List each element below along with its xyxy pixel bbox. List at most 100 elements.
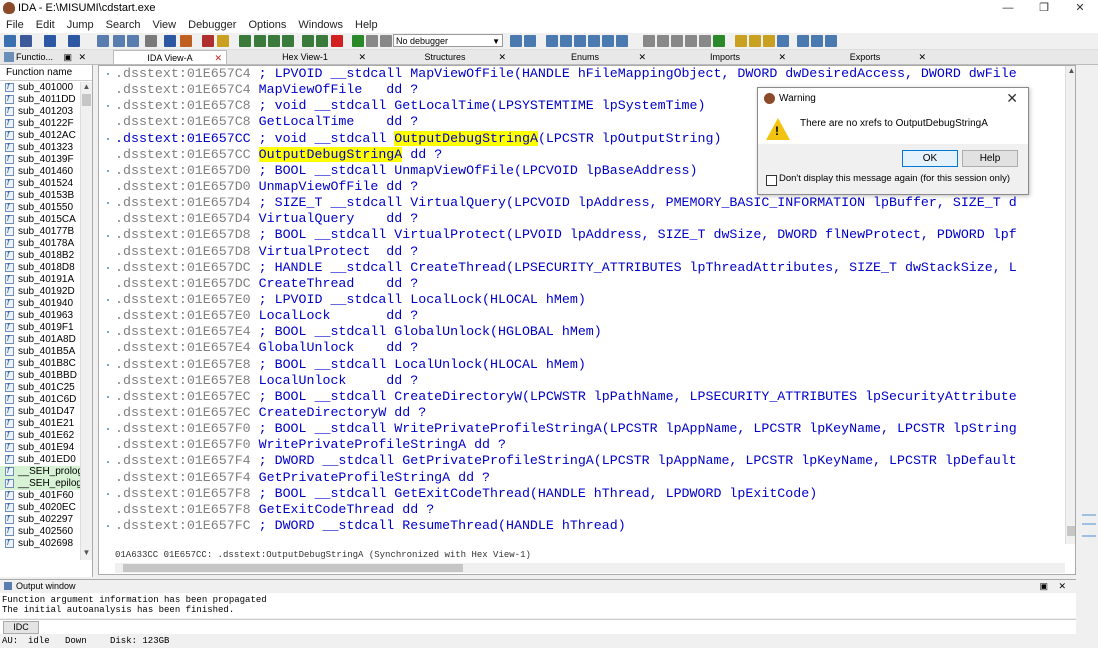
array-icon[interactable]	[302, 35, 314, 47]
enum-view-icon[interactable]	[825, 35, 837, 47]
restore-icon[interactable]: ▣	[1039, 580, 1048, 593]
data-icon[interactable]	[254, 35, 266, 47]
hex-icon[interactable]	[797, 35, 809, 47]
find-icon[interactable]	[127, 35, 139, 47]
code-line[interactable]: .dsstext:01E657DC ; HANDLE __stdcall Cre…	[115, 260, 1065, 276]
code-line[interactable]: .dsstext:01E657C4 ; LPVOID __stdcall Map…	[115, 66, 1065, 82]
menu-file[interactable]: File	[0, 17, 30, 33]
flowchart-icon[interactable]	[657, 35, 669, 47]
function-list-item[interactable]: sub_401E21	[0, 417, 80, 430]
function-list-item[interactable]: sub_401BBD	[0, 369, 80, 382]
menu-options[interactable]: Options	[242, 17, 292, 33]
function-list-item[interactable]: __SEH_epilog	[0, 477, 82, 490]
function-list-item[interactable]: sub_40192D	[0, 285, 80, 298]
code-line[interactable]: .dsstext:01E657FC ; DWORD __stdcall Resu…	[115, 518, 1065, 534]
delete-icon[interactable]	[331, 35, 343, 47]
close-icon[interactable]: ▣	[63, 50, 72, 64]
tab-exports[interactable]: Exports ✕	[800, 50, 930, 64]
scroll-thumb[interactable]	[82, 94, 91, 106]
function-list-item[interactable]: sub_402698	[0, 537, 80, 550]
menu-search[interactable]: Search	[100, 17, 147, 33]
tab-structures[interactable]: Structures ✕	[380, 50, 510, 64]
function-list-item[interactable]: sub_401940	[0, 297, 80, 310]
back-arrow-icon[interactable]	[44, 35, 56, 47]
function-list-item[interactable]: sub_40178A	[0, 237, 80, 250]
scroll-up-icon[interactable]: ▲	[1066, 66, 1075, 75]
function-list-item[interactable]: sub_4018B2	[0, 249, 80, 262]
code-line[interactable]: .dsstext:01E657E8 LocalUnlock dd ?	[115, 373, 1065, 389]
scroll-thumb[interactable]	[123, 564, 463, 572]
graph-icon[interactable]	[217, 35, 229, 47]
close-icon[interactable]: ✕	[358, 50, 366, 64]
undefine-icon[interactable]	[316, 35, 328, 47]
types-icon[interactable]	[602, 35, 614, 47]
function-list-item[interactable]: sub_401B8C	[0, 357, 80, 370]
function-list-item[interactable]: sub_401524	[0, 177, 80, 190]
tab-hex-view-1[interactable]: Hex View-1 ✕	[240, 50, 370, 64]
save-icon[interactable]	[20, 35, 32, 47]
code-line[interactable]: .dsstext:01E657D8 ; BOOL __stdcall Virtu…	[115, 227, 1065, 243]
highlighted-symbol[interactable]: OutputDebugStringA	[258, 146, 403, 162]
function-list-item[interactable]: sub_4011DD	[0, 93, 80, 106]
menu-jump[interactable]: Jump	[61, 17, 100, 33]
function-list-item[interactable]: sub_40191A	[0, 273, 80, 286]
search-icon[interactable]	[145, 35, 157, 47]
func-comment-icon[interactable]	[763, 35, 775, 47]
jump-icon[interactable]	[164, 35, 176, 47]
code-line[interactable]: .dsstext:01E657D4 VirtualQuery dd ?	[115, 211, 1065, 227]
code-line[interactable]: .dsstext:01E657F8 ; BOOL __stdcall GetEx…	[115, 486, 1065, 502]
function-list-item[interactable]: __SEH_prolog	[0, 465, 83, 478]
close-window-button[interactable]: ✕	[1062, 0, 1098, 17]
close-icon[interactable]: ✕	[214, 51, 222, 65]
ok-button[interactable]: OK	[902, 150, 958, 167]
code-line[interactable]: .dsstext:01E657E4 ; BOOL __stdcall Globa…	[115, 324, 1065, 340]
dont-display-label[interactable]: Don't display this message again (for th…	[779, 173, 1010, 184]
anterior-icon[interactable]	[777, 35, 789, 47]
scroll-up-icon[interactable]: ▲	[81, 82, 92, 91]
idc-button[interactable]: IDC	[3, 621, 39, 634]
graph-view-icon[interactable]	[643, 35, 655, 47]
debug-options-icon[interactable]	[510, 35, 522, 47]
struct-icon[interactable]	[268, 35, 280, 47]
function-list-item[interactable]: sub_402297	[0, 513, 80, 526]
menu-edit[interactable]: Edit	[30, 17, 61, 33]
code-line[interactable]: .dsstext:01E657E0 ; LPVOID __stdcall Loc…	[115, 292, 1065, 308]
signatures-icon[interactable]	[588, 35, 600, 47]
close-icon[interactable]: ✕	[638, 50, 646, 64]
code-line[interactable]: .dsstext:01E657E8 ; BOOL __stdcall Local…	[115, 357, 1065, 373]
start-debug-icon[interactable]	[352, 35, 364, 47]
menu-help[interactable]: Help	[349, 17, 384, 33]
breakpoint-icon[interactable]	[524, 35, 536, 47]
pause-icon[interactable]	[366, 35, 378, 47]
code-line[interactable]: .dsstext:01E657F0 ; BOOL __stdcall Write…	[115, 421, 1065, 437]
function-list-item[interactable]: sub_40122F	[0, 117, 80, 130]
dont-display-checkbox[interactable]	[766, 175, 777, 186]
struct-view-icon[interactable]	[811, 35, 823, 47]
listing-hscrollbar[interactable]	[115, 563, 1065, 573]
forward-arrow-icon[interactable]	[68, 35, 80, 47]
tab-imports[interactable]: Imports ✕	[660, 50, 790, 64]
script-icon[interactable]	[699, 35, 711, 47]
function-list-item[interactable]: sub_4012AC	[0, 129, 80, 142]
code-line[interactable]: .dsstext:01E657D4 ; SIZE_T __stdcall Vir…	[115, 195, 1065, 211]
functions-column-header[interactable]: Function name	[0, 65, 92, 81]
function-list-item[interactable]: sub_4018D8	[0, 261, 80, 274]
tab-enums[interactable]: Enums ✕	[520, 50, 650, 64]
calls-icon[interactable]	[671, 35, 683, 47]
minimize-button[interactable]: —	[990, 0, 1026, 17]
menu-debugger[interactable]: Debugger	[182, 17, 242, 33]
function-list-item[interactable]: sub_4019F1	[0, 321, 80, 334]
close-icon[interactable]: ✕	[1058, 580, 1066, 593]
copy-icon[interactable]	[97, 35, 109, 47]
function-list-item[interactable]: sub_40177B	[0, 225, 80, 238]
menu-view[interactable]: View	[146, 17, 182, 33]
rep-comment-icon[interactable]	[749, 35, 761, 47]
code-line[interactable]: .dsstext:01E657D8 VirtualProtect dd ?	[115, 244, 1065, 260]
output-log[interactable]: Function argument information has been p…	[2, 595, 267, 615]
func-icon[interactable]	[282, 35, 294, 47]
code-line[interactable]: .dsstext:01E657F8 GetExitCodeThread dd ?	[115, 502, 1065, 518]
function-list-item[interactable]: sub_4015CA	[0, 213, 80, 226]
function-list-item[interactable]: sub_401D47	[0, 405, 80, 418]
function-list-item[interactable]: sub_402560	[0, 525, 80, 538]
open-icon[interactable]	[4, 35, 16, 47]
